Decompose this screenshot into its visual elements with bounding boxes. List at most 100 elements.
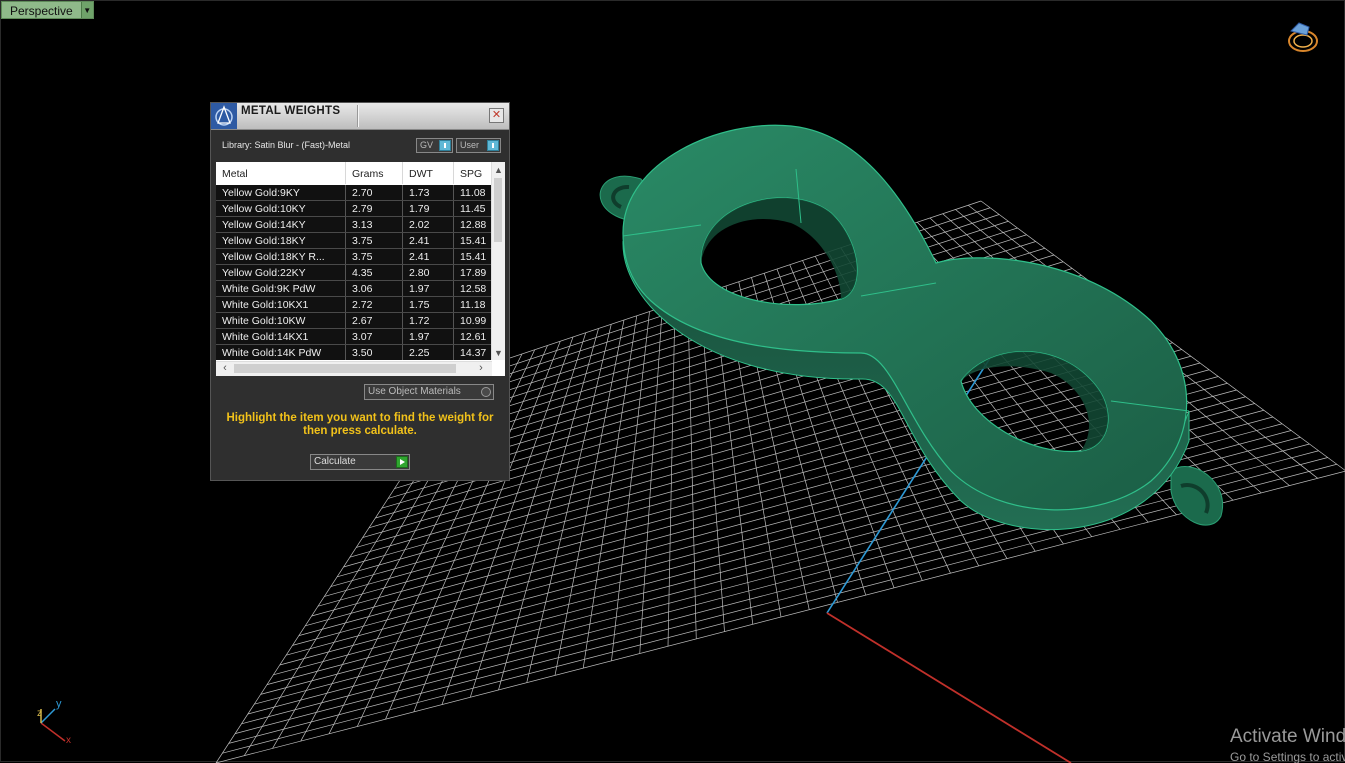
table-row[interactable]: White Gold:14KX1 3.07 1.97 12.61 [216, 329, 492, 345]
cell-metal: White Gold:9K PdW [216, 281, 346, 296]
toggle-knob-icon [487, 140, 499, 151]
cell-spg: 10.99 [460, 315, 487, 327]
cell-spg: 11.45 [460, 203, 486, 215]
column-header-dwt[interactable]: DWT [403, 162, 454, 184]
grid-line [222, 463, 1337, 754]
cell-metal: Yellow Gold:18KY R... [216, 249, 346, 264]
user-toggle-label: User [460, 140, 480, 150]
axis-gizmo-z-label: z [37, 708, 42, 719]
app-logo-icon [211, 103, 237, 129]
grid-line [228, 457, 1328, 744]
cell-spg: 15.41 [460, 235, 487, 247]
cell-grams: 2.79 [346, 201, 403, 216]
cell-grams: 3.75 [346, 249, 403, 264]
perspective-viewport[interactable]: x y z Perspective ▼ METAL WEIGHTS ✕ Libr… [0, 0, 1345, 763]
table-row[interactable]: Yellow Gold:18KY 3.75 2.41 15.41 [216, 233, 492, 249]
cell-grams: 3.06 [346, 281, 403, 296]
metal-weights-panel: METAL WEIGHTS ✕ Library: Satin Blur - (F… [210, 102, 510, 481]
panel-titlebar[interactable]: METAL WEIGHTS ✕ [211, 103, 509, 130]
cell-dwt: 1.97 [403, 329, 454, 344]
calculate-button[interactable]: Calculate [310, 454, 410, 470]
chevron-down-icon[interactable]: ▼ [80, 2, 93, 18]
table-row[interactable]: Yellow Gold:14KY 3.13 2.02 12.88 [216, 217, 492, 233]
cell-dwt: 2.25 [403, 345, 454, 360]
column-header-metal[interactable]: Metal [216, 162, 346, 184]
cell-grams: 3.50 [346, 345, 403, 360]
cell-spg: 14.37 [460, 347, 487, 359]
scroll-up-icon[interactable]: ▲ [492, 164, 505, 177]
toggle-knob-icon [439, 140, 451, 151]
cell-dwt: 2.80 [403, 265, 454, 280]
scroll-thumb[interactable] [494, 178, 502, 242]
cell-grams: 2.70 [346, 185, 403, 200]
cell-metal: White Gold:10KW [216, 313, 346, 328]
panel-title: METAL WEIGHTS [241, 105, 341, 117]
cell-spg: 15.41 [460, 251, 487, 263]
instruction-text: Highlight the item you want to find the … [226, 412, 494, 437]
activation-watermark-subtitle: Go to Settings to activate Windows. [1230, 750, 1345, 763]
cell-spg: 11.08 [460, 187, 486, 199]
axis-gizmo-x-label: x [66, 735, 71, 746]
cell-grams: 3.07 [346, 329, 403, 344]
ring-icon[interactable] [1288, 22, 1318, 52]
use-object-materials-label: Use Object Materials [368, 386, 461, 397]
cell-dwt: 1.97 [403, 281, 454, 296]
activation-watermark-title: Activate Windows [1230, 726, 1345, 747]
scroll-right-icon[interactable]: › [474, 362, 488, 376]
3d-scene[interactable]: x y z [1, 1, 1345, 763]
cell-metal: White Gold:14K PdW [216, 345, 346, 360]
table-row[interactable]: Yellow Gold:10KY 2.79 1.79 11.45 [216, 201, 492, 217]
cell-dwt: 2.41 [403, 233, 454, 248]
viewport-label[interactable]: Perspective ▼ [1, 1, 94, 19]
scroll-left-icon[interactable]: ‹ [218, 362, 232, 376]
cell-spg: 17.89 [460, 267, 487, 279]
cell-grams: 3.75 [346, 233, 403, 248]
table-body: Yellow Gold:9KY 2.70 1.73 11.08 Yellow Gold:… [216, 185, 492, 360]
radio-icon[interactable] [481, 387, 491, 397]
cell-spg: 12.88 [460, 219, 487, 231]
table-row[interactable]: White Gold:9K PdW 3.06 1.97 12.58 [216, 281, 492, 297]
cell-dwt: 1.72 [403, 313, 454, 328]
metal-table[interactable]: Metal Grams DWT SPG Yellow Gold:9KY 2.70 1… [216, 162, 505, 376]
viewport-label-text: Perspective [10, 4, 73, 18]
cell-spg: 11.18 [460, 299, 486, 311]
axis-gizmo-y-label: y [56, 698, 62, 710]
user-toggle[interactable]: User [456, 138, 501, 153]
cell-dwt: 2.02 [403, 217, 454, 232]
close-icon[interactable]: ✕ [489, 108, 504, 123]
gv-toggle[interactable]: GV [416, 138, 453, 153]
cell-spg: 12.58 [460, 283, 487, 295]
cell-metal: White Gold:14KX1 [216, 329, 346, 344]
cell-dwt: 1.73 [403, 185, 454, 200]
axis-gizmo: x y z [37, 698, 71, 746]
gv-toggle-label: GV [420, 140, 434, 150]
cell-dwt: 2.41 [403, 249, 454, 264]
vertical-scrollbar[interactable]: ▲ ▼ [491, 162, 505, 360]
horizontal-scrollbar[interactable]: ‹ › [216, 361, 492, 376]
cell-metal: Yellow Gold:10KY [216, 201, 346, 216]
x-axis-line [826, 612, 1072, 763]
hscroll-thumb[interactable] [234, 364, 456, 373]
cell-grams: 4.35 [346, 265, 403, 280]
cell-grams: 2.67 [346, 313, 403, 328]
table-row[interactable]: White Gold:14K PdW 3.50 2.25 14.37 [216, 345, 492, 360]
table-row[interactable]: Yellow Gold:18KY R... 3.75 2.41 15.41 [216, 249, 492, 265]
scroll-down-icon[interactable]: ▼ [492, 347, 505, 360]
table-row[interactable]: White Gold:10KX1 2.72 1.75 11.18 [216, 297, 492, 313]
cell-grams: 3.13 [346, 217, 403, 232]
column-header-grams[interactable]: Grams [346, 162, 403, 184]
cell-grams: 2.72 [346, 297, 403, 312]
table-row[interactable]: Yellow Gold:9KY 2.70 1.73 11.08 [216, 185, 492, 201]
table-header: Metal Grams DWT SPG [216, 162, 492, 184]
table-row[interactable]: White Gold:10KW 2.67 1.72 10.99 [216, 313, 492, 329]
cell-metal: Yellow Gold:14KY [216, 217, 346, 232]
title-divider-highlight [358, 105, 359, 127]
use-object-materials-option[interactable]: Use Object Materials [364, 384, 494, 400]
table-row[interactable]: Yellow Gold:22KY 4.35 2.80 17.89 [216, 265, 492, 281]
library-label: Library: Satin Blur - (Fast)-Metal [222, 140, 351, 150]
column-header-spg[interactable]: SPG [454, 162, 492, 184]
calculate-label: Calculate [314, 456, 356, 467]
cell-dwt: 1.75 [403, 297, 454, 312]
cell-dwt: 1.79 [403, 201, 454, 216]
play-icon[interactable] [396, 456, 408, 468]
